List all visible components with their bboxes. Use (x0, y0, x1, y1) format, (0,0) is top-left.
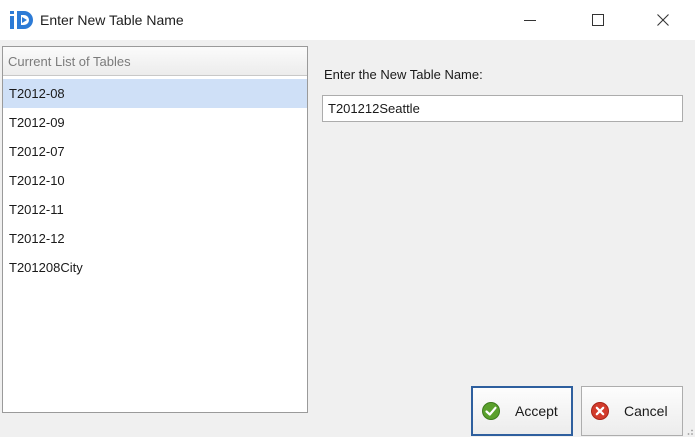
list-item[interactable]: T2012-10 (3, 166, 307, 195)
check-icon (482, 402, 500, 420)
list-item[interactable]: T2012-07 (3, 137, 307, 166)
accept-button-label: Accept (515, 403, 558, 419)
list-item[interactable]: T2012-12 (3, 224, 307, 253)
close-button[interactable] (640, 0, 686, 40)
close-icon (657, 14, 669, 26)
new-table-name-input[interactable] (322, 95, 683, 122)
minimize-button[interactable] (507, 0, 553, 40)
tables-list[interactable]: T2012-08 T2012-09 T2012-07 T2012-10 T201… (3, 79, 307, 282)
resize-grip-icon[interactable] (684, 426, 694, 436)
maximize-button[interactable] (575, 0, 621, 40)
minimize-icon (524, 20, 536, 21)
maximize-icon (592, 14, 604, 26)
app-logo-icon (10, 11, 33, 29)
cancel-button[interactable]: Cancel (581, 386, 683, 436)
list-item[interactable]: T2012-11 (3, 195, 307, 224)
list-item[interactable]: T201208City (3, 253, 307, 282)
cancel-icon (591, 402, 609, 420)
tables-list-panel: Current List of Tables T2012-08 T2012-09… (2, 46, 308, 413)
tables-list-header: Current List of Tables (3, 47, 307, 76)
cancel-button-label: Cancel (624, 403, 668, 419)
window-title: Enter New Table Name (40, 12, 184, 28)
title-bar: Enter New Table Name (0, 0, 695, 40)
list-item[interactable]: T2012-09 (3, 108, 307, 137)
accept-button[interactable]: Accept (471, 386, 573, 436)
list-item[interactable]: T2012-08 (3, 79, 307, 108)
new-table-name-label: Enter the New Table Name: (324, 67, 483, 82)
dialog-body: Current List of Tables T2012-08 T2012-09… (0, 40, 695, 437)
